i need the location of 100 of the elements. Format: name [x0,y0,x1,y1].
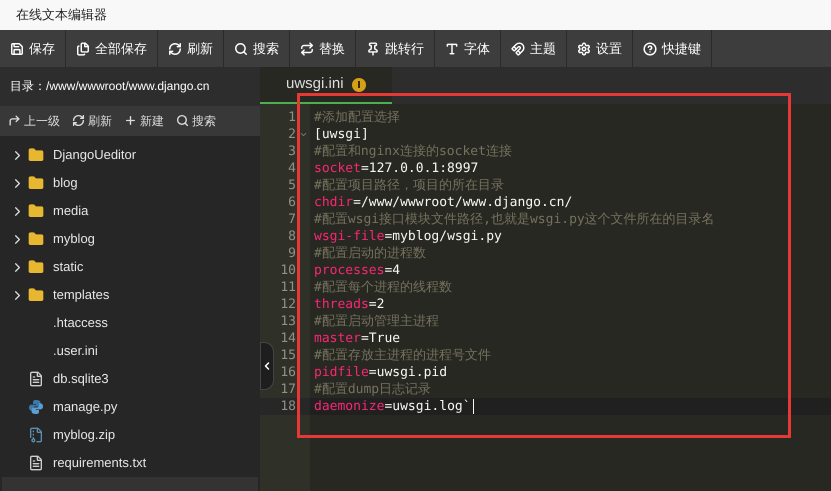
code-value: =True [360,330,400,347]
file-icon [28,455,44,471]
plus-icon [124,114,137,128]
code-comment: #配置dump日志记录 [314,381,432,398]
code-comment: #添加配置选择 [314,109,400,126]
font-icon [445,42,459,56]
line-number: 9 [288,245,296,262]
file-tree-item[interactable]: templates [0,281,260,309]
file-tree-item[interactable]: .htaccess [0,309,260,337]
file-name: requirements.txt [53,454,146,472]
file-icon [28,371,44,387]
line-number: 10 [280,262,296,279]
repeat-icon [300,42,314,56]
refresh-icon [72,114,85,128]
code-value: =uwsgi.log` [384,398,471,415]
code-key: master [314,330,361,347]
code-comment: #配置启动的进程数 [314,245,426,262]
line-number: 14 [280,330,296,347]
file-tree-item[interactable]: .user.ini [0,337,260,365]
editor-tab[interactable]: uwsgi.ini [260,67,392,104]
file-name: myblog.zip [53,426,116,444]
arrow-icon [8,114,21,128]
code-key: socket [314,160,361,177]
code-comment: #配置启动管理主进程 [314,313,439,330]
line-number: 17 [280,381,296,398]
line-number: 11 [280,279,296,296]
code-value: =/www/wwwroot/www.django.cn/ [353,194,572,211]
settings-icon [577,42,591,56]
file-name: templates [53,286,110,304]
search-icon [176,114,189,128]
code-comment: #配置每个进程的线程数 [314,279,452,296]
code-comment: #配置和nginx连接的socket连接 [314,143,512,160]
code-value: =4 [384,262,400,279]
fold-icon[interactable] [299,130,308,139]
file-name: .htaccess [53,314,108,332]
file-tree-item[interactable]: media [0,197,260,225]
code-comment: #配置存放主进程的进程号文件 [314,347,491,364]
line-number: 7 [288,211,296,228]
line-number: 12 [280,296,296,313]
folder-icon [28,175,44,191]
line-number: 2 [288,126,296,143]
line-number: 1 [288,109,296,126]
file-tree-item[interactable]: myblog [0,225,260,253]
code-comment: #配置项目路径，项目的所在目录 [314,177,504,194]
files-icon [76,42,90,56]
file-tree-item[interactable]: requirements.txt [0,449,260,477]
code-section: [uwsgi] [314,126,369,143]
sidebar-action[interactable]: 新建 [124,112,164,130]
line-number: 4 [288,160,296,177]
file-tree-item[interactable]: manage.py [0,393,260,421]
help-icon [643,42,657,56]
text-cursor [472,399,474,414]
code-value: =uwsgi.pid [368,364,448,381]
code-key: threads [314,296,369,313]
file-name: DjangoUeditor [53,146,136,164]
code-value: =2 [368,296,384,313]
file-name: .user.ini [53,342,98,360]
file-name: static [53,258,84,276]
code-key: wsgi-file [314,228,384,245]
refresh-icon [168,42,182,56]
sidebar-action[interactable]: 刷新 [72,112,112,130]
line-number: 18 [280,398,296,415]
code-value: =myblog/wsgi.py [384,228,502,245]
code-key: processes [314,262,384,279]
file-tree-item[interactable]: static [0,253,260,281]
code-comment: #配置wsgi接口模块文件路径,也就是wsgi.py这个文件所在的目录名 [314,211,715,228]
collapse-handle[interactable] [260,342,274,390]
file-name: db.sqlite3 [53,370,109,388]
pin-icon [366,42,380,56]
line-number: 6 [288,194,296,211]
file-name: myblog [53,230,95,248]
file-tree-item[interactable]: db.sqlite3 [0,365,260,393]
code-key: pidfile [314,364,369,381]
python-icon [28,399,44,415]
folder-icon [28,231,44,247]
line-number: 15 [280,347,296,364]
folder-icon [28,287,44,303]
line-number: 5 [288,177,296,194]
file-name: blog [53,174,78,192]
folder-icon [28,259,44,275]
magnet-icon [511,42,525,56]
file-tree-item[interactable]: DjangoUeditor [0,141,260,169]
line-number: 13 [280,313,296,330]
file-tree-item[interactable]: myblog.zip [0,421,260,449]
line-number: 3 [288,143,296,160]
folder-icon [28,147,44,163]
code-key: chdir [314,194,354,211]
file-name: media [53,202,88,220]
code-key: daemonize [314,398,384,415]
save-icon [10,42,24,56]
folder-icon [28,203,44,219]
window-title: 在线文本编辑器 [16,6,107,24]
line-number: 8 [288,228,296,245]
archive-icon [28,427,44,443]
sidebar-action[interactable]: 搜索 [176,112,216,130]
search-icon [234,42,248,56]
file-name: manage.py [53,398,118,416]
file-tree-item[interactable]: blog [0,169,260,197]
code-value: =127.0.0.1:8997 [360,160,478,177]
sidebar-action[interactable]: 上一级 [8,112,60,130]
